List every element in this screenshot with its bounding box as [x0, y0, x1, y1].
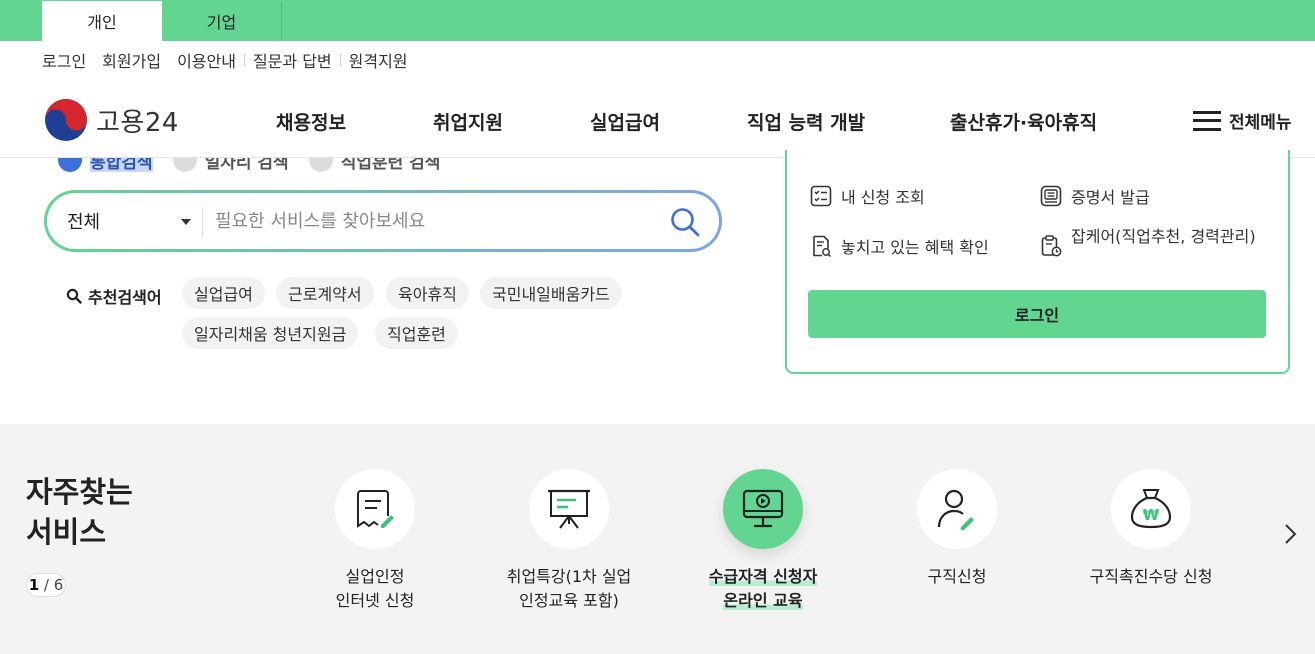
- remote-support-link[interactable]: 원격지원: [341, 48, 416, 72]
- all-menu-label: 전체메뉴: [1229, 113, 1292, 133]
- service-icon-circle: [335, 469, 415, 549]
- check-icon: [308, 158, 333, 172]
- certificate-icon: [1040, 185, 1062, 207]
- jobcare-label: 잡케어(직업추천, 경력관리): [1071, 227, 1256, 246]
- service-item-employment-lecture[interactable]: 취업특강(1차 실업 인정교육 포함): [469, 469, 669, 613]
- certificate-issue-link[interactable]: 증명서 발급: [1039, 184, 1150, 208]
- service-label-line: 취업특강(1차 실업: [506, 567, 632, 586]
- keyword-chip[interactable]: 근로계약서: [276, 277, 374, 309]
- missed-benefits-label: 놓치고 있는 혜택 확인: [841, 238, 989, 257]
- document-search-icon: [813, 235, 832, 258]
- service-label-line: 인정교육 포함): [519, 591, 619, 610]
- my-applications-label: 내 신청 조회: [841, 188, 925, 207]
- service-item-job-promotion-allowance[interactable]: ₩ 구직촉진수당 신청: [1051, 469, 1251, 589]
- search-category-select[interactable]: 전체: [67, 193, 100, 249]
- search-box: 전체: [44, 190, 722, 252]
- login-button[interactable]: 로그인: [808, 290, 1266, 338]
- search-type-label: 통합검색: [90, 158, 153, 172]
- service-icon-circle: [917, 469, 997, 549]
- service-label-line: 인터넷 신청: [335, 591, 415, 610]
- utility-links: 로그인 회원가입 이용안내 질문과 답변 원격지원: [42, 49, 416, 71]
- gnb-unemployment-benefit[interactable]: 실업급여: [590, 108, 660, 135]
- person-pen-icon: [937, 489, 974, 530]
- service-label: 수급자격 신청자 온라인 교육: [708, 565, 818, 613]
- search-type-training[interactable]: 직업훈련 검색: [308, 158, 441, 172]
- gnb-parental-leave[interactable]: 출산휴가·육아휴직: [950, 108, 1097, 135]
- service-icon-circle: ₩: [1111, 469, 1191, 549]
- section-title-line: 자주찾는: [26, 475, 133, 509]
- service-label-line: 구직신청: [927, 567, 987, 586]
- recommend-label-text: 추천검색어: [88, 288, 162, 307]
- service-label: 구직신청: [928, 565, 987, 589]
- section-title: 자주찾는 서비스: [26, 472, 133, 552]
- svg-text:₩: ₩: [1143, 506, 1160, 524]
- keyword-chip[interactable]: 국민내일배움카드: [480, 277, 622, 309]
- chevron-right-icon[interactable]: [1280, 522, 1300, 546]
- jobcare-link[interactable]: 잡케어(직업추천, 경력관리): [1039, 226, 1279, 258]
- service-item-online-education[interactable]: 수급자격 신청자 온라인 교육: [663, 469, 863, 613]
- certificate-issue-label: 증명서 발급: [1071, 188, 1150, 207]
- presentation-board-icon: [548, 489, 590, 529]
- keyword-chip[interactable]: 직업훈련: [375, 317, 458, 349]
- logo-emblem-icon[interactable]: [44, 98, 88, 142]
- tab-personal[interactable]: 개인: [42, 1, 162, 41]
- search-type-integrated[interactable]: 통합검색: [58, 158, 153, 172]
- qna-link[interactable]: 질문과 답변: [245, 48, 340, 72]
- recommend-label: 추천검색어: [66, 284, 162, 308]
- search-type-label: 일자리 검색: [204, 158, 289, 172]
- missed-benefits-link[interactable]: 놓치고 있는 혜택 확인: [809, 234, 989, 258]
- frequent-services-section: 자주찾는 서비스 1 / 6 실업인정 인터넷 신청 취업특강(1차 실업 인정…: [0, 424, 1315, 654]
- service-label-line: 구직촉진수당 신청: [1089, 567, 1213, 586]
- pager-total: 6: [53, 576, 64, 594]
- pager-current: 1: [28, 576, 40, 594]
- gnb-vocational-training[interactable]: 직업 능력 개발: [747, 108, 865, 135]
- search-icon: [66, 288, 82, 304]
- section-title-line: 서비스: [26, 515, 107, 549]
- divider: [202, 207, 203, 237]
- hamburger-icon: [1193, 110, 1221, 131]
- gnb-employment-support[interactable]: 취업지원: [433, 108, 503, 135]
- service-label-line: 수급자격 신청자: [708, 567, 818, 586]
- keyword-chip[interactable]: 일자리채움 청년지원금: [182, 317, 359, 349]
- user-type-tab-bar: 개인 기업: [0, 0, 1315, 41]
- monitor-play-icon: [742, 489, 784, 528]
- service-label-line: 온라인 교육: [723, 591, 803, 610]
- money-bag-icon: ₩: [1130, 489, 1172, 529]
- keyword-chip[interactable]: 육아휴직: [386, 277, 469, 309]
- login-panel: 내 신청 조회 증명서 발급 놓치고 있는 혜택 확인 잡케어(직업추천, 경력…: [785, 150, 1290, 374]
- document-pen-icon: [357, 490, 394, 528]
- my-applications-link[interactable]: 내 신청 조회: [809, 184, 925, 208]
- check-icon: [172, 158, 197, 172]
- all-menu-button[interactable]: 전체메뉴: [1193, 108, 1292, 133]
- guide-link[interactable]: 이용안내: [169, 48, 244, 72]
- keyword-chip[interactable]: 실업급여: [182, 277, 265, 309]
- service-label: 취업특강(1차 실업 인정교육 포함): [507, 565, 632, 613]
- check-icon: [58, 158, 82, 172]
- search-type-label: 직업훈련 검색: [340, 158, 441, 172]
- search-input[interactable]: [215, 205, 655, 237]
- search-type-options: 통합검색 일자리 검색 직업훈련 검색: [58, 158, 440, 172]
- search-icon[interactable]: [669, 206, 701, 238]
- caret-down-icon[interactable]: [181, 219, 191, 225]
- site-header: 고용24 채용정보 취업지원 실업급여 직업 능력 개발 출산휴가·육아휴직 전…: [0, 82, 1315, 158]
- search-category-value: 전체: [67, 212, 101, 233]
- clipboard-clock-icon: [1041, 235, 1062, 257]
- service-label: 실업인정 인터넷 신청: [336, 565, 415, 613]
- tab-business[interactable]: 기업: [162, 1, 282, 41]
- service-item-unemployment-certification[interactable]: 실업인정 인터넷 신청: [275, 469, 475, 613]
- service-label: 구직촉진수당 신청: [1090, 565, 1213, 589]
- service-item-job-application[interactable]: 구직신청: [857, 469, 1057, 589]
- checklist-icon: [810, 185, 832, 207]
- gnb-recruit-info[interactable]: 채용정보: [276, 108, 346, 135]
- service-icon-circle: [723, 469, 803, 549]
- service-icon-circle: [529, 469, 609, 549]
- login-link[interactable]: 로그인: [42, 48, 94, 72]
- search-type-jobs[interactable]: 일자리 검색: [172, 158, 289, 172]
- service-label-line: 실업인정: [345, 567, 405, 586]
- carousel-pager: 1 / 6: [26, 573, 66, 597]
- logo-text[interactable]: 고용24: [96, 102, 179, 139]
- search-inner: 전체: [47, 193, 719, 249]
- signup-link[interactable]: 회원가입: [94, 48, 169, 72]
